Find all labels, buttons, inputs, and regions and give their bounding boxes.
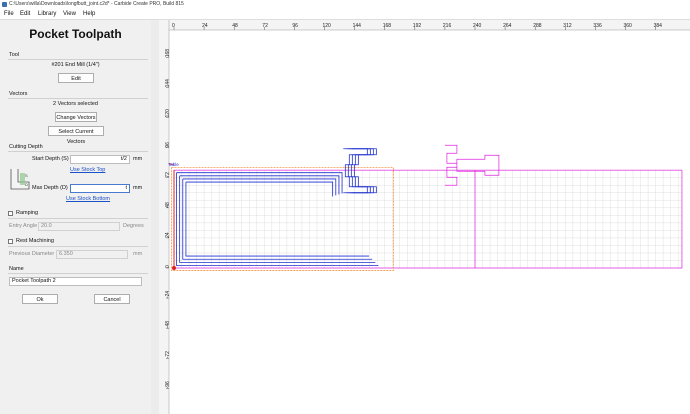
divider (8, 218, 148, 219)
cutting-depth-section-label: Cutting Depth (9, 144, 43, 150)
rest-machining-label: Rest Machining (16, 238, 54, 244)
vruler-label: -72 (165, 351, 171, 358)
toolpath-name-field[interactable]: Pocket Toolpath 2 (9, 277, 142, 286)
vruler-label: -48 (165, 321, 171, 328)
origin-marker (172, 266, 176, 270)
entry-angle-unit: Degrees (123, 223, 144, 229)
hruler-label: 48 (232, 23, 238, 29)
hruler-label: 168 (383, 23, 392, 29)
toolpaths (164, 148, 394, 271)
hruler-label: 24 (202, 23, 208, 29)
cancel-button[interactable]: Cancel (94, 294, 130, 304)
stock-outline (173, 169, 683, 269)
hruler-label: 288 (533, 23, 542, 29)
window-title: C:\Users\willa\Downloads\longfbutt_joint… (9, 1, 184, 7)
vruler-label: 24 (165, 232, 171, 238)
divider (8, 151, 148, 152)
divider (8, 273, 148, 274)
vectors-section-label: Vectors (9, 91, 28, 97)
vectors-status: 2 Vectors selected (53, 101, 98, 107)
max-depth-field[interactable]: t (70, 184, 130, 193)
hruler-label: 216 (443, 23, 452, 29)
canvas-svg[interactable]: 0 24 48 72 96 120 144 168 192 216 240 264 288 312 336 3… (159, 20, 690, 414)
joint-vector (444, 144, 500, 186)
vruler-label: 0 (165, 265, 171, 268)
hruler-label: 264 (503, 23, 512, 29)
previous-diameter-label: Previous Diameter (9, 251, 55, 257)
panel-heading: Pocket Toolpath (29, 27, 122, 41)
use-stock-top-link[interactable]: Use Stock Top (70, 167, 105, 173)
rest-machining-checkbox[interactable] (8, 239, 13, 244)
divider (8, 246, 148, 247)
origin-label: Table (168, 162, 179, 167)
menu-file[interactable]: File (4, 10, 14, 18)
divider (8, 59, 148, 60)
name-section-label: Name (9, 266, 24, 272)
vruler-label: 120 (165, 109, 171, 118)
start-depth-label: Start Depth (S) (32, 156, 69, 162)
menu-bar: File Edit Library View Help (0, 9, 690, 20)
divider (8, 98, 148, 99)
diagram-s-label: S (25, 173, 28, 178)
max-depth-unit: mm (133, 185, 143, 191)
change-vectors-button[interactable]: Change Vectors (55, 112, 97, 122)
hruler-label: 192 (413, 23, 422, 29)
vruler-label: -24 (165, 291, 171, 298)
vruler-label: 96 (165, 142, 171, 148)
entry-angle-label: Entry Angle (9, 223, 38, 229)
title-bar: C:\Users\willa\Downloads\longfbutt_joint… (0, 0, 690, 9)
start-depth-field[interactable]: t/2 (70, 155, 130, 164)
tool-name: #201 End Mill (1/4") (51, 62, 100, 68)
hruler-label: 312 (563, 23, 572, 29)
max-depth-label: Max Depth (D) (32, 185, 68, 191)
hruler-label: 360 (624, 23, 633, 29)
horizontal-ruler (159, 20, 690, 30)
hruler-label: 384 (654, 23, 663, 29)
hruler-label: 96 (292, 23, 298, 29)
ramping-checkbox[interactable] (8, 211, 13, 216)
menu-edit[interactable]: Edit (20, 10, 30, 18)
vruler-label: -96 (165, 381, 171, 388)
design-canvas[interactable]: 0 24 48 72 96 120 144 168 192 216 240 264 288 312 336 3… (159, 20, 690, 414)
menu-view[interactable]: View (63, 10, 76, 18)
hruler-label: 0 (172, 23, 175, 29)
hruler-label: 336 (593, 23, 602, 29)
app-icon (2, 2, 7, 7)
use-stock-bottom-link[interactable]: Use Stock Bottom (66, 196, 110, 202)
hruler-label: 72 (262, 23, 268, 29)
hruler-label: 240 (473, 23, 482, 29)
vruler-label: 144 (165, 79, 171, 88)
ramping-label: Ramping (16, 210, 39, 216)
diagram-d-label: D (25, 182, 28, 187)
menu-library[interactable]: Library (38, 10, 56, 18)
menu-help[interactable]: Help (83, 10, 95, 18)
previous-diameter-field[interactable]: 6.350 (56, 250, 128, 259)
grid (173, 169, 682, 269)
depth-diagram-icon: S D (10, 169, 30, 190)
previous-diameter-unit: mm (133, 251, 143, 257)
hruler-label: 120 (323, 23, 332, 29)
vruler-label: 48 (165, 202, 171, 208)
select-current-vectors-button[interactable]: Select Current Vectors (48, 126, 104, 145)
hruler-label: 144 (353, 23, 362, 29)
tool-section-label: Tool (9, 52, 20, 58)
vruler-label: 168 (165, 49, 171, 58)
entry-angle-field[interactable]: 20.0 (38, 222, 120, 231)
ok-button[interactable]: Ok (22, 294, 58, 304)
start-depth-unit: mm (133, 156, 143, 162)
vectors (173, 144, 683, 269)
edit-tool-button[interactable]: Edit (58, 73, 94, 83)
vruler-label: 72 (165, 172, 171, 178)
